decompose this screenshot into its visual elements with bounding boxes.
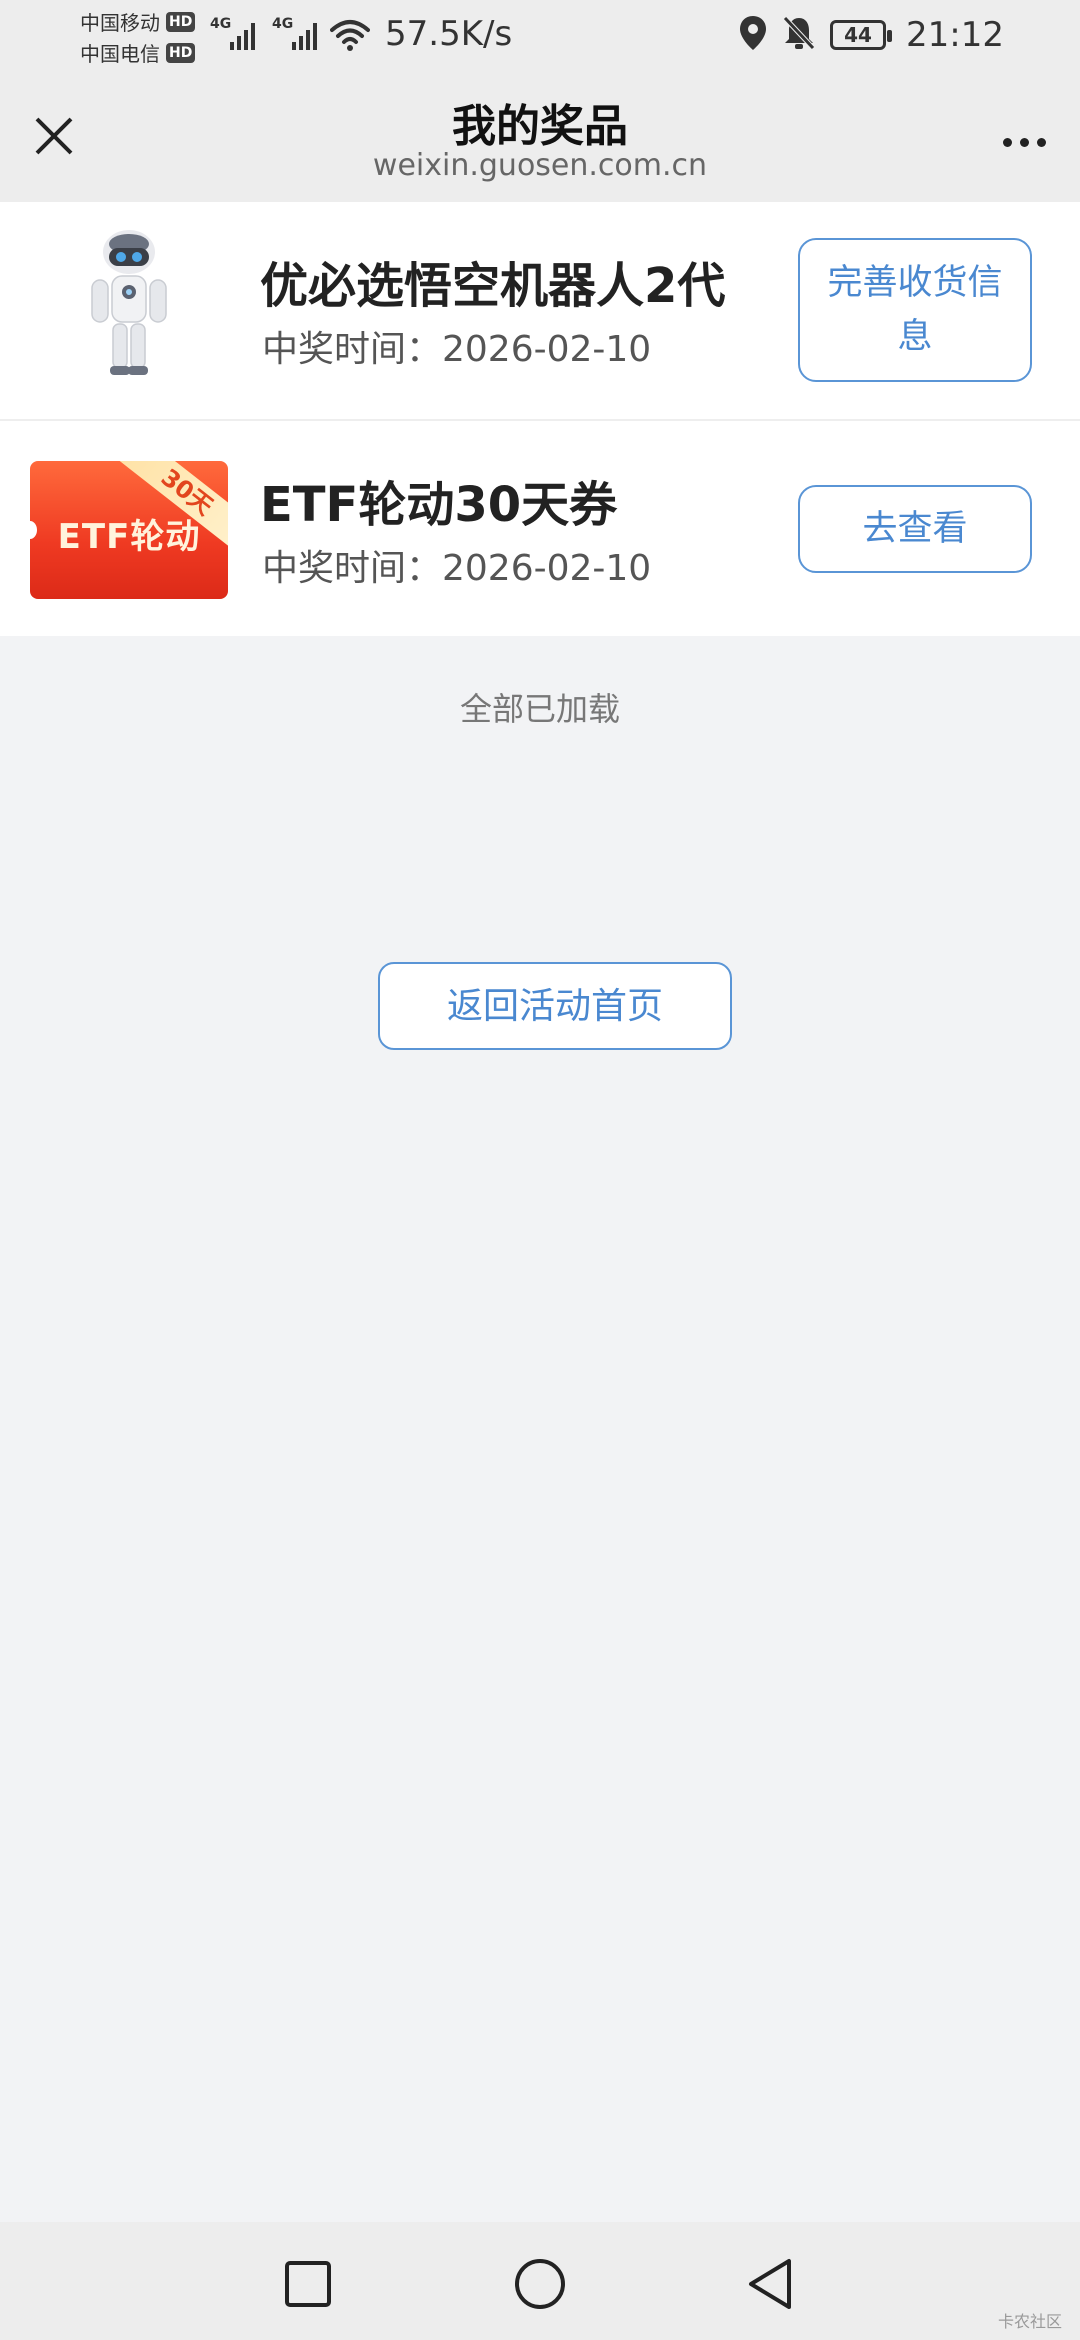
more-icon bbox=[1002, 137, 1012, 147]
prize-list: 优必选悟空机器人2代 中奖时间：2026-02-10 完善收货信息 30天 ET… bbox=[0, 202, 1080, 636]
prize-date: 中奖时间：2026-02-10 bbox=[262, 548, 652, 589]
prize-name: ETF轮动30天券 bbox=[260, 477, 618, 533]
net-speed: 57.5K/s bbox=[385, 14, 513, 54]
back-button[interactable] bbox=[740, 2254, 800, 2314]
robot-image bbox=[30, 230, 228, 390]
wifi-icon bbox=[330, 18, 370, 56]
watermark: 卡农社区 bbox=[997, 2312, 1062, 2331]
list-end-hint: 全部已加载 bbox=[459, 690, 620, 728]
back-to-home-button[interactable]: 返回活动首页 bbox=[378, 962, 732, 1050]
clock: 21:12 bbox=[906, 15, 1004, 55]
system-nav-bar: 卡农社区 bbox=[0, 2222, 1080, 2340]
page-title: 我的奖品 bbox=[452, 101, 628, 152]
carrier-2: 中国电信 bbox=[80, 42, 160, 66]
view-button[interactable]: 去查看 bbox=[798, 485, 1032, 573]
carrier-1: 中国移动 bbox=[80, 11, 160, 35]
prize-name: 优必选悟空机器人2代 bbox=[260, 258, 726, 314]
list-item: 30天 ETF轮动 ETF轮动30天券 中奖时间：2026-02-10 去查看 bbox=[0, 419, 1080, 636]
home-icon bbox=[515, 2259, 565, 2309]
coupon-image: 30天 ETF轮动 bbox=[30, 461, 228, 599]
back-icon bbox=[749, 2259, 791, 2309]
coupon-label: ETF轮动 bbox=[57, 517, 201, 557]
list-item: 优必选悟空机器人2代 中奖时间：2026-02-10 完善收货信息 bbox=[0, 202, 1080, 419]
signal-icon: 4G bbox=[210, 16, 270, 56]
recent-apps-icon bbox=[285, 2261, 331, 2307]
recent-apps-button[interactable] bbox=[278, 2254, 338, 2314]
location-icon bbox=[738, 14, 768, 56]
hd-badge: HD bbox=[166, 42, 196, 63]
prize-date: 中奖时间：2026-02-10 bbox=[262, 329, 652, 370]
title-bar: 我的奖品 weixin.guosen.com.cn bbox=[0, 76, 1080, 202]
carrier-info: 中国移动 HD 中国电信 HD bbox=[80, 6, 205, 68]
page-domain: weixin.guosen.com.cn bbox=[372, 148, 708, 183]
bell-off-icon bbox=[782, 15, 816, 55]
battery-icon: 44 bbox=[830, 20, 893, 50]
signal-icon: 4G bbox=[272, 16, 332, 56]
complete-shipping-info-button[interactable]: 完善收货信息 bbox=[798, 238, 1032, 382]
status-bar: 中国移动 HD 中国电信 HD 4G 4G 57.5K/s 44 21:12 bbox=[0, 0, 1080, 76]
more-button[interactable] bbox=[994, 122, 1054, 162]
home-button[interactable] bbox=[510, 2254, 570, 2314]
hd-badge: HD bbox=[166, 11, 196, 32]
